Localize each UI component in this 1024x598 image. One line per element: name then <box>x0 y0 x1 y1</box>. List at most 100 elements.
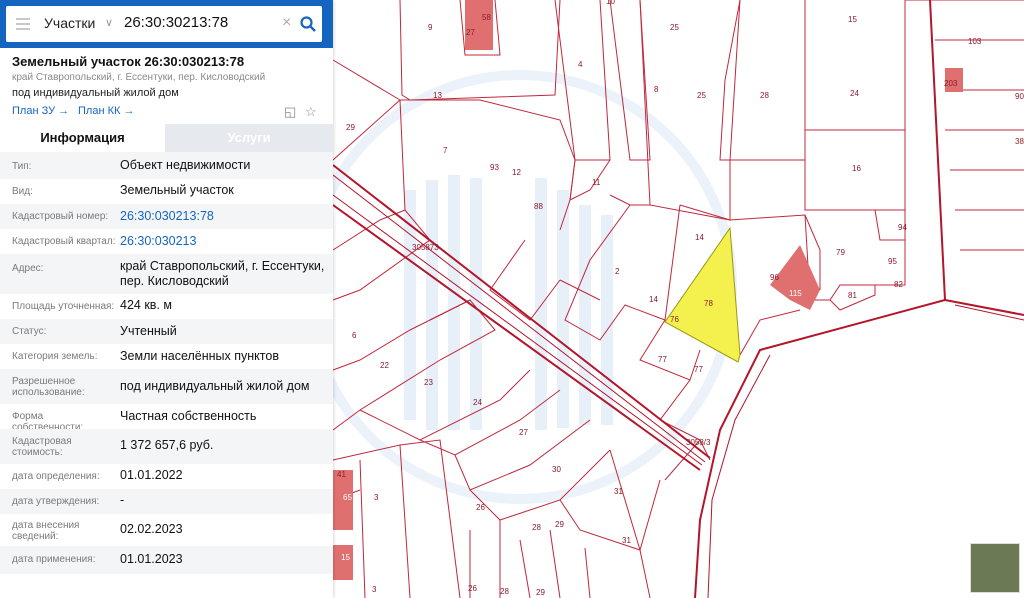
map-label: 96 <box>770 273 779 282</box>
map-label: 77 <box>694 365 703 374</box>
map-label: 29 <box>555 520 564 529</box>
map-label: 31 <box>622 536 631 545</box>
parcel-address: край Ставропольский, г. Ессентуки, пер. … <box>12 72 266 83</box>
plan-zu-link[interactable]: План ЗУ → <box>12 105 69 117</box>
detail-row: Вид: Земельный участок <box>0 179 333 204</box>
parcel-usage: под индивидуальный жилой дом <box>12 87 179 99</box>
map-label: 12 <box>512 168 521 177</box>
map-label: 28 <box>532 523 541 532</box>
map-label: 3058/3 <box>686 438 711 447</box>
detail-label: Вид: <box>12 186 33 197</box>
map-label: 95 <box>888 257 897 266</box>
zoom-to-parcel-icon[interactable]: ◱ <box>284 104 296 120</box>
tab-services[interactable]: Услуги <box>165 124 333 152</box>
map-label: 13 <box>433 91 442 100</box>
map-label: 78 <box>704 299 713 308</box>
map-label: 11 <box>592 178 601 187</box>
map-label: 23 <box>424 378 433 387</box>
map-label: 29 <box>536 588 545 597</box>
map-label: 24 <box>850 89 859 98</box>
search-icon[interactable] <box>299 15 317 33</box>
map-label: 58 <box>482 13 491 22</box>
satellite-layer-toggle[interactable] <box>970 543 1020 593</box>
map-label: 90 <box>1015 92 1024 101</box>
detail-value: под индивидуальный жилой дом <box>120 379 310 393</box>
detail-label: Площадь уточненная: <box>12 301 115 312</box>
plan-kk-link[interactable]: План КК → <box>78 105 134 117</box>
detail-row: Площадь уточненная: 424 кв. м <box>0 294 333 319</box>
detail-label: Тип: <box>12 161 32 172</box>
detail-row: Адрес: край Ставропольский, г. Ессентуки… <box>0 254 333 294</box>
detail-row: Кадастровый номер: 26:30:030213:78 <box>0 204 333 229</box>
detail-label: Адрес: <box>12 263 44 274</box>
map-label: 2 <box>615 267 620 276</box>
map-label: 3 <box>374 493 379 502</box>
star-icon[interactable]: ☆ <box>305 104 317 120</box>
detail-row: Статус: Учтенный <box>0 319 333 344</box>
map-label: 16 <box>852 164 861 173</box>
map-label: 94 <box>898 223 907 232</box>
menu-icon[interactable] <box>16 18 30 30</box>
map-label: 38 <box>1015 137 1024 146</box>
map-label: 88 <box>534 202 543 211</box>
map-label: 29 <box>346 123 355 132</box>
map-label: 65 <box>343 493 352 502</box>
detail-row: дата утверждения: - <box>0 489 333 514</box>
chevron-down-icon[interactable]: ∨ <box>105 16 113 29</box>
detail-label: Категория земель: <box>12 351 98 362</box>
detail-value: Объект недвижимости <box>120 158 251 172</box>
detail-value: Учтенный <box>120 324 177 338</box>
map-label: 25 <box>670 23 679 32</box>
map-label: 26 <box>468 584 477 593</box>
detail-value: край Ставропольский, г. Ессентуки, пер. … <box>120 259 325 288</box>
map-label: 82 <box>894 280 903 289</box>
plan-zu-label: План ЗУ <box>12 105 56 117</box>
map-label: 25 <box>697 91 706 100</box>
map-label: 27 <box>519 428 528 437</box>
detail-row: Форма собственности: Частная собственнос… <box>0 404 333 433</box>
plan-kk-label: План КК <box>78 105 121 117</box>
map-label: 30 <box>552 465 561 474</box>
detail-row: дата применения: 01.01.2023 <box>0 546 333 574</box>
detail-value: Частная собственность <box>120 409 257 423</box>
detail-label: Разрешенное использование: <box>12 376 85 398</box>
detail-value: Земельный участок <box>120 183 234 197</box>
detail-value: 01.01.2023 <box>120 552 183 566</box>
detail-value: 1 372 657,6 руб. <box>120 438 214 452</box>
arrow-right-icon: → <box>58 105 70 117</box>
map-label: 14 <box>695 233 704 242</box>
map-label: 15 <box>848 15 857 24</box>
arrow-right-icon: → <box>123 105 135 117</box>
collapse-panel-icon[interactable]: ◀ <box>335 17 343 28</box>
search-bar: Участки ∨ 26:30:30213:78 × <box>0 0 333 48</box>
search-category[interactable]: Участки <box>44 15 95 31</box>
detail-row: Тип: Объект недвижимости <box>0 152 333 179</box>
detail-label: Кадастровый квартал: <box>12 236 116 247</box>
detail-row: дата внесения сведений: 02.02.2023 <box>0 514 333 546</box>
map-label: 3 <box>372 585 377 594</box>
map-label: 8 <box>654 85 659 94</box>
map-label: 10 <box>606 0 615 6</box>
detail-row: Кадастровый квартал: 26:30:030213 <box>0 229 333 254</box>
tab-info[interactable]: Информация <box>0 124 165 152</box>
tabs: Информация Услуги <box>0 124 333 152</box>
detail-label: дата утверждения: <box>12 496 100 507</box>
cadastral-number-link[interactable]: 26:30:030213:78 <box>120 209 325 224</box>
map-label: 22 <box>380 361 389 370</box>
map-label: 4 <box>578 60 583 69</box>
detail-value: 02.02.2023 <box>120 522 183 536</box>
map-label: 28 <box>500 587 509 596</box>
map-label: 81 <box>848 291 857 300</box>
map-label: 305873 <box>412 243 439 252</box>
detail-value: Земли населённых пунктов <box>120 349 279 363</box>
map-label: 31 <box>614 487 623 496</box>
clear-icon[interactable]: × <box>282 14 291 32</box>
search-input[interactable]: 26:30:30213:78 <box>124 14 228 31</box>
map-label: 7 <box>443 146 448 155</box>
detail-value: - <box>120 493 125 507</box>
cadastral-quarter-link[interactable]: 26:30:030213 <box>120 234 325 249</box>
detail-row: Кадастровая стоимость: 1 372 657,6 руб. <box>0 429 333 464</box>
detail-value: 424 кв. м <box>120 298 172 312</box>
parcel-title: Земельный участок 26:30:030213:78 <box>12 54 245 69</box>
map-label: 6 <box>352 331 357 340</box>
